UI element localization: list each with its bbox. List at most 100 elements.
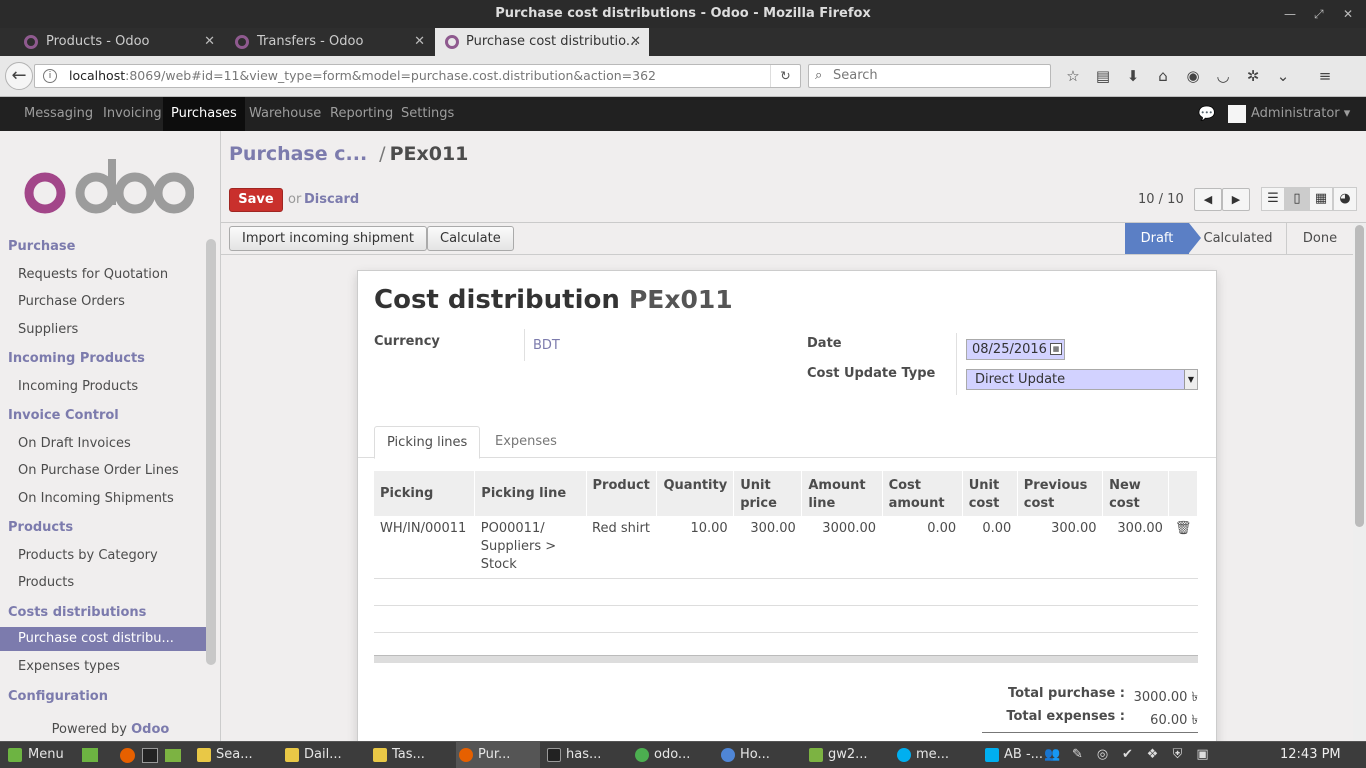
import-incoming-shipment-button[interactable]: Import incoming shipment xyxy=(229,226,428,251)
chrome-tray-icon[interactable]: ◎ xyxy=(1094,742,1111,768)
sidebar-item-incoming-products[interactable]: Incoming Products xyxy=(18,379,138,394)
menu-warehouse[interactable]: Warehouse xyxy=(241,97,329,131)
reading-list-icon[interactable]: ▤ xyxy=(1092,65,1114,87)
stage-calculated[interactable]: Calculated xyxy=(1199,223,1277,254)
sidebar-item-purchase-orders[interactable]: Purchase Orders xyxy=(18,294,125,309)
calendar-icon[interactable]: ▦ xyxy=(1050,343,1062,355)
breadcrumb-parent[interactable]: Purchase c... xyxy=(229,143,367,165)
menu-purchases[interactable]: Purchases xyxy=(163,97,245,131)
reload-icon[interactable]: ↻ xyxy=(770,65,800,87)
taskbar-item-purchase[interactable]: Pur... xyxy=(456,742,540,768)
browser-tab-products[interactable]: Products - Odoo ✕ xyxy=(0,28,223,56)
powered-by-brand[interactable]: Odoo xyxy=(131,722,169,737)
minimize-icon[interactable]: — xyxy=(1284,0,1296,28)
url-bar[interactable]: i localhost:8069/web#id=11&view_type=for… xyxy=(34,64,801,88)
taskbar-item-search[interactable]: Sea... xyxy=(194,742,276,768)
terminal-launcher-icon[interactable] xyxy=(142,748,158,763)
chat-icon[interactable]: ◉ xyxy=(1182,65,1204,87)
list-view-icon[interactable]: ☰ xyxy=(1261,187,1285,211)
save-button[interactable]: Save xyxy=(229,188,283,212)
taskbar-item-ho[interactable]: Ho... xyxy=(718,742,802,768)
hamburger-menu-icon[interactable]: ≡ xyxy=(1314,65,1336,87)
sidebar-item-expenses-types[interactable]: Expenses types xyxy=(18,659,120,674)
col-picking[interactable]: Picking xyxy=(374,471,476,516)
files-launcher-icon[interactable] xyxy=(165,749,181,762)
sidebar-scrollbar[interactable] xyxy=(206,239,216,665)
tab-expenses[interactable]: Expenses xyxy=(483,426,569,459)
pocket-icon[interactable]: ◡ xyxy=(1212,65,1234,87)
clock[interactable]: 12:43 PM xyxy=(1280,742,1341,768)
start-menu-button[interactable]: Menu xyxy=(0,742,64,768)
taskbar-item-terminal[interactable]: has... xyxy=(544,742,628,768)
maximize-icon[interactable]: ⤢ xyxy=(1314,0,1324,28)
close-tab-icon[interactable]: ✕ xyxy=(414,28,425,56)
browser-search-input[interactable]: ⌕ Search xyxy=(808,64,1051,88)
chevron-down-icon[interactable]: ⌄ xyxy=(1272,65,1294,87)
discard-button[interactable]: Discard xyxy=(304,192,359,207)
browser-tab-purchase-cost[interactable]: Purchase cost distributio... ✕ xyxy=(435,28,649,56)
main-scrollbar[interactable] xyxy=(1353,223,1366,741)
sidebar-item-po-lines[interactable]: On Purchase Order Lines xyxy=(18,463,179,478)
close-tab-icon[interactable]: ✕ xyxy=(630,28,641,56)
cost-update-type-select[interactable]: Direct Update ▼ xyxy=(966,369,1198,390)
taskbar-item-daily[interactable]: Dail... xyxy=(282,742,364,768)
form-view-icon[interactable]: ▯ xyxy=(1285,187,1309,211)
taskbar-item-skype[interactable]: me... xyxy=(894,742,978,768)
sidebar-item-rfq[interactable]: Requests for Quotation xyxy=(18,267,168,282)
col-quantity[interactable]: Quantity xyxy=(656,471,735,516)
shield-icon[interactable]: ⛨ xyxy=(1169,742,1186,768)
col-unit-price[interactable]: Unit price xyxy=(733,471,803,516)
col-amount-line[interactable]: Amount line xyxy=(801,471,883,516)
pager-previous-icon[interactable]: ◀ xyxy=(1194,188,1222,211)
date-field[interactable]: 08/25/2016 ▦ xyxy=(966,339,1065,360)
close-tab-icon[interactable]: ✕ xyxy=(204,28,215,56)
trash-icon[interactable]: 🗑 xyxy=(1168,516,1198,579)
col-unit-cost[interactable]: Unit cost xyxy=(962,471,1018,516)
info-icon[interactable]: i xyxy=(43,69,57,83)
home-icon[interactable]: ⌂ xyxy=(1152,65,1174,87)
dropbox-icon[interactable]: ❖ xyxy=(1144,742,1161,768)
bookmark-star-icon[interactable]: ☆ xyxy=(1062,65,1084,87)
col-previous-cost[interactable]: Previous cost xyxy=(1017,471,1104,516)
menu-reporting[interactable]: Reporting xyxy=(322,97,401,131)
taskbar-item-tasks[interactable]: Tas... xyxy=(370,742,452,768)
download-icon[interactable]: ⬇ xyxy=(1122,65,1144,87)
stage-done[interactable]: Done xyxy=(1287,223,1353,254)
taskbar-item-odoo[interactable]: odo... xyxy=(632,742,716,768)
sidebar-item-draft-invoices[interactable]: On Draft Invoices xyxy=(18,436,131,451)
extension-icon[interactable]: ✲ xyxy=(1242,65,1264,87)
scrollbar-thumb[interactable] xyxy=(1355,225,1364,527)
tools-icon[interactable]: ✎ xyxy=(1069,742,1086,768)
currency-value[interactable]: BDT xyxy=(533,338,560,353)
close-window-icon[interactable]: ✕ xyxy=(1343,0,1353,28)
col-new-cost[interactable]: New cost xyxy=(1102,471,1170,516)
sidebar-item-suppliers[interactable]: Suppliers xyxy=(18,322,78,337)
menu-settings[interactable]: Settings xyxy=(393,97,462,131)
table-row[interactable]: WH/IN/00011 PO00011/ Suppliers > Stock R… xyxy=(374,516,1198,579)
calculate-button[interactable]: Calculate xyxy=(427,226,514,251)
notes-icon[interactable]: ▣ xyxy=(1194,742,1211,768)
taskbar-item-gw2[interactable]: gw2... xyxy=(806,742,892,768)
taskbar-item-ab[interactable]: AB -... xyxy=(982,742,1043,768)
graph-view-icon[interactable]: ◕ xyxy=(1333,187,1357,211)
browser-tab-transfers[interactable]: Transfers - Odoo ✕ xyxy=(223,28,433,56)
stage-draft[interactable]: Draft xyxy=(1125,223,1189,254)
tab-picking-lines[interactable]: Picking lines xyxy=(374,426,481,459)
sidebar-item-purchase-cost-distributions[interactable]: Purchase cost distribu... xyxy=(0,627,206,651)
chevron-down-icon[interactable]: ▼ xyxy=(1184,370,1197,389)
check-icon[interactable]: ✔ xyxy=(1119,742,1136,768)
sidebar-item-incoming-shipments[interactable]: On Incoming Shipments xyxy=(18,491,174,506)
users-icon[interactable]: 👥 xyxy=(1044,742,1061,768)
firefox-launcher-icon[interactable] xyxy=(120,748,135,763)
menu-messaging[interactable]: Messaging xyxy=(16,97,101,131)
pager-next-icon[interactable]: ▶ xyxy=(1222,188,1250,211)
calendar-view-icon[interactable]: ▦ xyxy=(1309,187,1333,211)
col-product[interactable]: Product xyxy=(586,471,658,516)
sidebar-item-products-by-category[interactable]: Products by Category xyxy=(18,548,158,563)
chat-bubble-icon[interactable]: 💬 xyxy=(1198,97,1215,131)
col-cost-amount[interactable]: Cost amount xyxy=(882,471,963,516)
back-arrow-icon[interactable]: ← xyxy=(5,62,33,90)
user-menu[interactable]: Administrator ▾ xyxy=(1228,97,1350,131)
show-desktop-icon[interactable] xyxy=(82,748,98,762)
menu-invoicing[interactable]: Invoicing xyxy=(95,97,170,131)
